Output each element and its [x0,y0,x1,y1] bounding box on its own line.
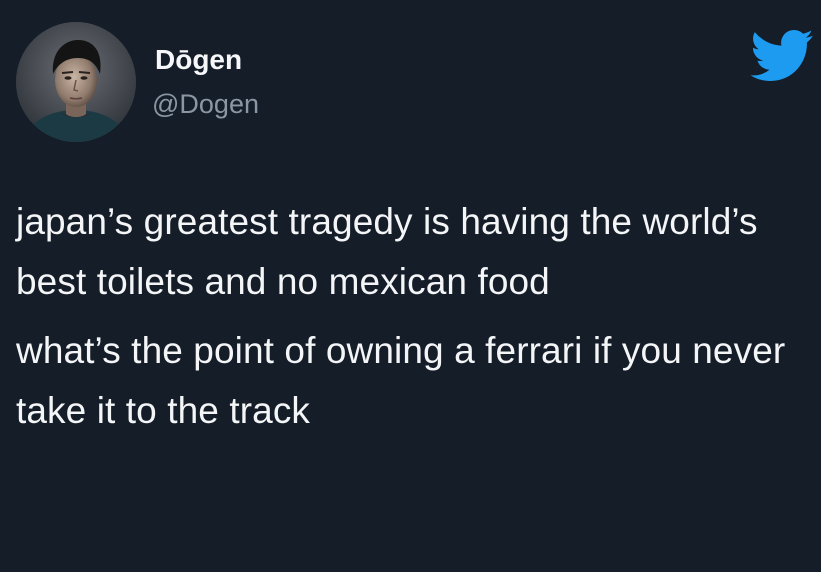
tweet-paragraph: japan’s greatest tragedy is having the w… [16,201,758,302]
author-handle[interactable]: @Dogen [152,88,259,120]
avatar-portrait-icon [16,22,136,142]
tweet-paragraph: what’s the point of owning a ferrari if … [16,330,786,431]
twitter-bird-icon[interactable] [750,28,814,84]
tweet-text: japan’s greatest tragedy is having the w… [16,192,811,441]
avatar[interactable] [16,22,136,142]
author-display-name[interactable]: Dōgen [155,44,242,76]
tweet-card: Dōgen @Dogen japan’s greatest tragedy is… [0,0,821,572]
